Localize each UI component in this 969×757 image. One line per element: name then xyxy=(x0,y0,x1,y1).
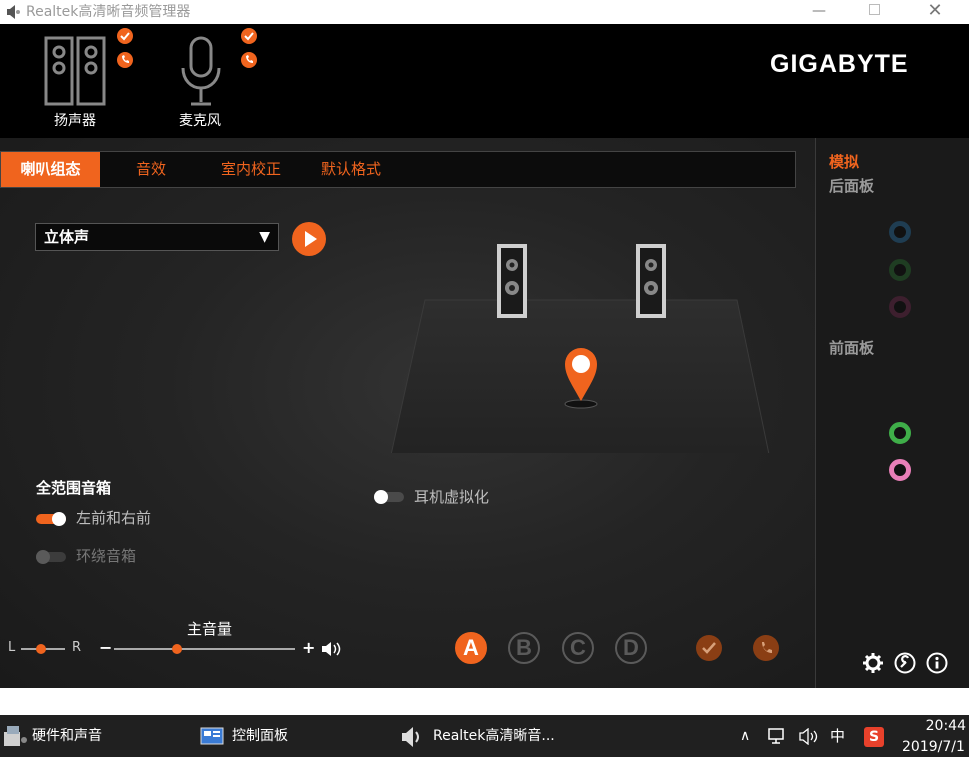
connector-sidebar: 模拟 后面板 前面板 xyxy=(815,138,969,688)
headphone-virtualization-label: 耳机虚拟化 xyxy=(414,488,490,506)
device-microphone-button[interactable] xyxy=(176,36,226,108)
minimize-icon: — xyxy=(812,3,826,19)
gigabyte-logo: GIGABYTE xyxy=(770,50,909,78)
balance-right-label: R xyxy=(72,640,82,655)
speaker-config-select[interactable]: 立体声 ▼ xyxy=(35,223,279,251)
analog-heading: 模拟 xyxy=(829,153,860,171)
headphone-virtualization-toggle[interactable] xyxy=(374,490,404,504)
taskbar-item-label: 控制面板 xyxy=(232,728,288,744)
surround-toggle[interactable] xyxy=(36,550,66,564)
device-bar: 扬声器 麦克风 GIGABYTE xyxy=(0,24,969,145)
front-lr-label: 左前和右前 xyxy=(76,509,152,527)
main-panel: 喇叭组态 音效 室内校正 默认格式 立体声 ▼ 耳机虚拟化 全范围音箱 左前和右… xyxy=(0,138,815,688)
minimize-button[interactable]: — xyxy=(796,0,842,24)
close-button[interactable]: ✕ xyxy=(912,0,958,24)
realtek-speaker-icon xyxy=(402,727,419,747)
wrench-icon[interactable] xyxy=(894,652,916,674)
play-test-button[interactable] xyxy=(292,222,326,256)
right-front-speaker-icon[interactable] xyxy=(636,244,666,318)
realtek-app: 扬声器 麦克风 GIGABYTE 喇叭组态 音效 室内校正 默认格式 立体声 ▼… xyxy=(0,24,969,688)
front-lr-toggle[interactable] xyxy=(36,512,66,526)
speaker-icon xyxy=(44,36,106,106)
front-jack-pink-icon[interactable] xyxy=(889,459,911,481)
show-hidden-icons-icon[interactable]: ∧ xyxy=(740,728,750,744)
chevron-down-icon: ▼ xyxy=(259,229,270,245)
taskbar-item-label: 硬件和声音 xyxy=(32,728,102,744)
tab-default-format[interactable]: 默认格式 xyxy=(306,152,396,187)
left-front-speaker-icon[interactable] xyxy=(497,244,527,318)
confirm-button[interactable] xyxy=(696,635,722,661)
microphone-icon xyxy=(181,36,221,106)
control-panel-icon xyxy=(200,727,224,745)
speaker-check-icon xyxy=(117,28,133,44)
maximize-icon xyxy=(868,4,880,15)
balance-left-label: L xyxy=(8,640,16,655)
microphone-phone-icon xyxy=(241,52,257,68)
network-icon[interactable] xyxy=(768,728,788,745)
ime-mode-indicator[interactable]: 中 xyxy=(830,715,845,757)
preset-c-button[interactable]: C xyxy=(562,632,594,664)
volume-minus-icon[interactable]: − xyxy=(99,638,112,657)
tab-room-correction[interactable]: 室内校正 xyxy=(206,152,296,187)
tab-bar: 喇叭组态 音效 室内校正 默认格式 xyxy=(0,151,796,188)
master-volume-slider[interactable] xyxy=(114,644,295,654)
realtek-speaker-icon xyxy=(7,5,20,19)
device-speaker-button[interactable] xyxy=(40,36,110,108)
rear-jack-pink-icon[interactable] xyxy=(889,296,911,318)
phone-button[interactable] xyxy=(753,635,779,661)
maximize-button[interactable] xyxy=(851,0,897,24)
full-range-title: 全范围音箱 xyxy=(36,479,112,497)
speaker-stage xyxy=(390,244,770,453)
tab-speaker-config[interactable]: 喇叭组态 xyxy=(1,152,100,187)
front-jack-green-icon[interactable] xyxy=(889,422,911,444)
phone-icon xyxy=(762,642,772,653)
front-panel-heading: 前面板 xyxy=(829,339,875,357)
taskbar-realtek[interactable]: Realtek高清晰音... xyxy=(394,715,584,757)
title-bar: Realtek高清晰音频管理器 — ✕ xyxy=(0,0,969,24)
check-icon xyxy=(702,642,716,654)
rear-jack-green-icon[interactable] xyxy=(889,259,911,281)
sogou-ime-icon[interactable]: S xyxy=(864,727,884,747)
gear-icon[interactable] xyxy=(862,652,884,674)
device-speaker-label: 扬声器 xyxy=(54,113,96,129)
hardware-sound-icon xyxy=(4,726,27,746)
preset-d-button[interactable]: D xyxy=(615,632,647,664)
surround-label: 环绕音箱 xyxy=(76,547,137,565)
close-icon: ✕ xyxy=(927,0,943,21)
taskbar-item-label: Realtek高清晰音... xyxy=(433,728,555,744)
microphone-check-icon xyxy=(241,28,257,44)
volume-plus-icon[interactable]: + xyxy=(302,638,315,657)
info-icon[interactable] xyxy=(926,652,948,674)
clock-time[interactable]: 20:44 xyxy=(902,718,966,734)
clock-date[interactable]: 2019/7/1 xyxy=(902,739,965,755)
tab-sound-effects[interactable]: 音效 xyxy=(111,152,191,187)
taskbar-control-panel[interactable]: 控制面板 xyxy=(198,715,388,757)
device-microphone-label: 麦克风 xyxy=(179,113,221,129)
balance-slider[interactable] xyxy=(21,644,65,654)
play-icon xyxy=(305,231,317,247)
rear-panel-heading: 后面板 xyxy=(829,177,875,195)
speaker-volume-icon[interactable] xyxy=(798,728,820,745)
master-volume-handle[interactable] xyxy=(172,644,183,654)
preset-a-button[interactable]: A xyxy=(455,632,487,664)
volume-icon[interactable] xyxy=(320,640,342,658)
window-title: Realtek高清晰音频管理器 xyxy=(26,4,191,20)
preset-b-button[interactable]: B xyxy=(508,632,540,664)
taskbar: 硬件和声音 控制面板 Realtek高清晰音... ∧ 中 S 20:44 20… xyxy=(0,715,969,757)
speaker-config-value: 立体声 xyxy=(44,228,90,246)
taskbar-hardware-sound[interactable]: 硬件和声音 xyxy=(0,715,190,757)
master-volume-title: 主音量 xyxy=(187,620,233,638)
balance-slider-handle[interactable] xyxy=(35,644,46,654)
speaker-phone-icon xyxy=(117,52,133,68)
rear-jack-blue-icon[interactable] xyxy=(889,221,911,243)
